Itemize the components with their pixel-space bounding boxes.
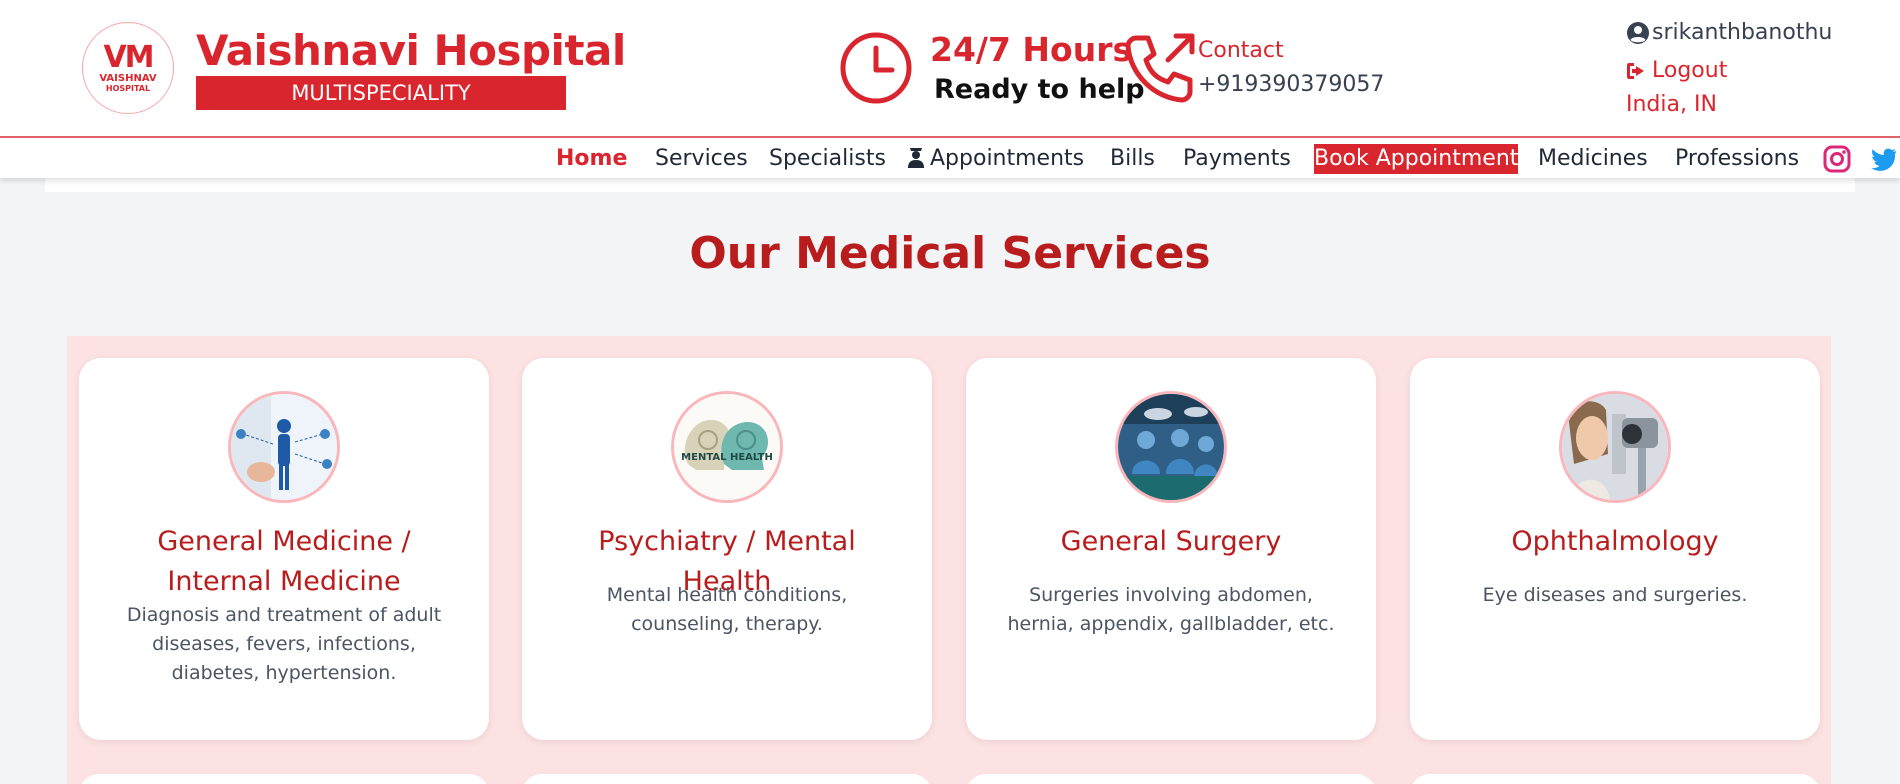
contact-phone[interactable]: +919390379057 bbox=[1198, 72, 1384, 97]
card-title: General Medicine / Internal Medicine bbox=[157, 526, 411, 597]
nav-specialists[interactable]: Specialists bbox=[769, 144, 886, 174]
brand-subtitle: MULTISPECIALITY bbox=[196, 76, 566, 110]
logo-sub-text-2: HOSPITAL bbox=[105, 84, 151, 93]
nav-professions[interactable]: Professions bbox=[1675, 144, 1799, 174]
contact-link[interactable]: Contact bbox=[1198, 38, 1284, 63]
nav-services[interactable]: Services bbox=[655, 144, 748, 174]
service-card-psychiatry[interactable]: MENTAL HEALTH Psychiatry / Mental Health… bbox=[522, 358, 932, 740]
clock-icon bbox=[840, 32, 912, 104]
hours-title: 24/7 Hours bbox=[930, 30, 1133, 69]
nav-appointments[interactable]: Appointments bbox=[906, 144, 1084, 174]
service-card-general-medicine[interactable]: General Medicine / Internal Medicine Dia… bbox=[79, 358, 489, 740]
user-circle-icon bbox=[1627, 21, 1649, 44]
hours-subtitle: Ready to help bbox=[934, 74, 1145, 105]
mental-health-text: MENTAL HEALTH bbox=[681, 452, 773, 463]
logo-sub-text: VAISHNAV bbox=[99, 73, 157, 84]
service-card-partial[interactable] bbox=[522, 774, 932, 784]
card-description: Surgeries involving abdomen, hernia, app… bbox=[1007, 584, 1335, 635]
nav-medicines[interactable]: Medicines bbox=[1538, 144, 1648, 174]
card-description: Eye diseases and surgeries. bbox=[1482, 584, 1748, 606]
service-card-partial[interactable] bbox=[79, 774, 489, 784]
twitter-icon[interactable] bbox=[1868, 144, 1898, 174]
card-description: Diagnosis and treatment of adult disease… bbox=[126, 604, 442, 684]
nav-payments[interactable]: Payments bbox=[1183, 144, 1291, 174]
logo-mark: VM bbox=[103, 40, 154, 75]
card-description: Mental health conditions, counseling, th… bbox=[606, 584, 848, 635]
section-title: Our Medical Services bbox=[689, 228, 1211, 279]
content-strip bbox=[45, 178, 1855, 192]
brand-title[interactable]: Vaishnavi Hospital bbox=[196, 26, 626, 75]
service-card-ophthalmology[interactable]: Ophthalmology Eye diseases and surgeries… bbox=[1410, 358, 1820, 740]
nav-appointments-label: Appointments bbox=[930, 146, 1085, 171]
site-header: VM VAISHNAV HOSPITAL Vaishnavi Hospital … bbox=[0, 0, 1900, 138]
nav-book-appointment[interactable]: Book Appointment bbox=[1314, 144, 1519, 174]
doctor-anatomy-image bbox=[228, 391, 340, 503]
card-title: Ophthalmology bbox=[1511, 526, 1719, 557]
service-card-general-surgery[interactable]: General Surgery Surgeries involving abdo… bbox=[966, 358, 1376, 740]
logout-label: Logout bbox=[1652, 58, 1728, 83]
eye-exam-image bbox=[1559, 391, 1671, 503]
card-title: General Surgery bbox=[1060, 526, 1282, 557]
instagram-icon[interactable] bbox=[1822, 144, 1852, 174]
hospital-logo[interactable]: VM VAISHNAV HOSPITAL bbox=[82, 22, 174, 114]
nav-home[interactable]: Home bbox=[556, 144, 627, 174]
locale-text: India, IN bbox=[1626, 92, 1717, 117]
service-card-partial[interactable] bbox=[966, 774, 1376, 784]
username: srikanthbanothu bbox=[1652, 20, 1833, 45]
user-nurse-icon bbox=[908, 148, 924, 168]
service-card-partial[interactable] bbox=[1410, 774, 1820, 784]
nav-bills[interactable]: Bills bbox=[1110, 144, 1155, 174]
surgery-team-image bbox=[1115, 391, 1227, 503]
logout-button[interactable]: Logout bbox=[1626, 58, 1727, 83]
mental-health-image: MENTAL HEALTH bbox=[671, 391, 783, 503]
user-account[interactable]: srikanthbanothu bbox=[1626, 20, 1832, 45]
main-navigation: Home Services Specialists Appointments B… bbox=[0, 138, 1900, 178]
phone-outgoing-icon bbox=[1125, 33, 1195, 103]
logout-icon bbox=[1627, 62, 1644, 79]
